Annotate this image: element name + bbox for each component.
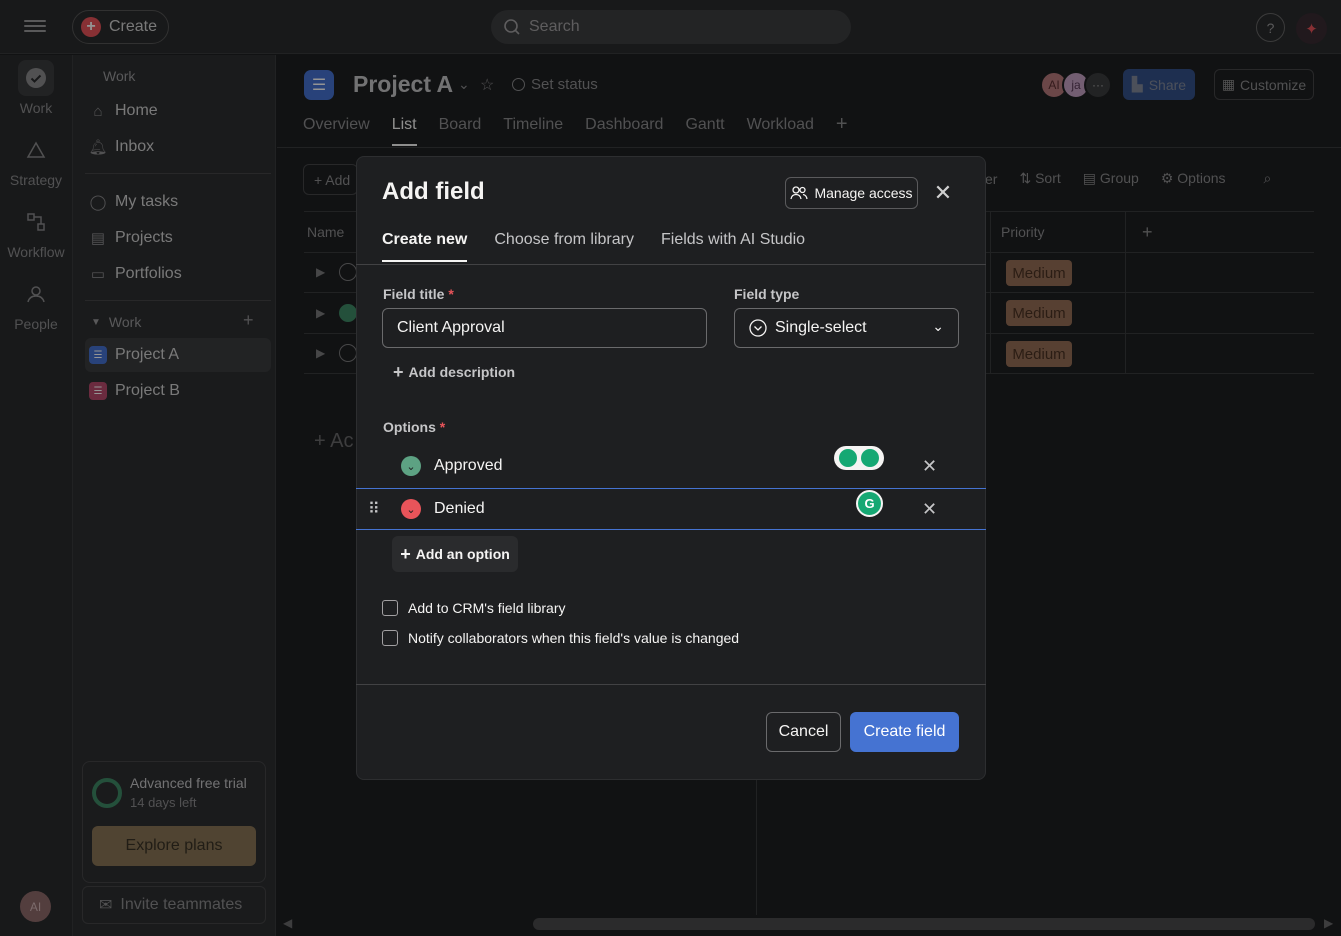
tab-choose-from-library[interactable]: Choose from library [494,231,634,262]
manage-access-label: Manage access [814,185,913,201]
checkbox[interactable] [382,630,398,646]
add-description-label: Add description [408,364,516,380]
plus-icon: + [400,544,411,564]
remove-option-icon[interactable]: ✕ [922,499,937,520]
divider [356,684,986,685]
options-label-text: Options [383,419,436,435]
required-marker: * [439,419,446,435]
checkbox-notify-collaborators[interactable]: Notify collaborators when this field's v… [382,630,739,646]
option-color-icon[interactable]: ⌄ [401,456,421,476]
add-description-button[interactable]: + Add description [393,362,516,382]
plus-icon: + [393,362,404,382]
checkbox-label: Add to CRM's field library [408,600,566,616]
required-marker: * [448,286,454,302]
divider [356,264,986,265]
tab-fields-with-ai-studio[interactable]: Fields with AI Studio [661,231,805,262]
field-title-label: Field title * [383,286,454,302]
field-title-input[interactable] [382,308,707,348]
people-icon [790,186,809,200]
field-type-value: Single-select [775,319,867,336]
dialog-tabs: Create new Choose from library Fields wi… [382,231,805,262]
close-icon[interactable]: ✕ [930,180,956,206]
manage-access-button[interactable]: Manage access [785,177,918,209]
grammarly-icon[interactable]: G [856,490,883,517]
option-label[interactable]: Denied [434,500,485,518]
cancel-button[interactable]: Cancel [766,712,841,752]
add-option-label: Add an option [415,546,510,562]
field-type-label: Field type [734,286,800,302]
add-option-button[interactable]: + Add an option [392,536,518,572]
drag-handle-icon[interactable]: ⠿ [368,499,380,519]
option-label[interactable]: Approved [434,457,503,475]
field-type-select[interactable]: Single-select ⌄ [734,308,959,348]
options-label: Options * [383,419,445,435]
chevron-down-icon: ⌄ [932,318,944,334]
field-title-label-text: Field title [383,286,445,302]
option-row[interactable]: ⠿ ⌄ Denied G ✕ [356,488,986,530]
grammarly-suggestion-icon[interactable] [834,446,884,470]
dialog-title: Add field [382,178,485,205]
checkbox-label: Notify collaborators when this field's v… [408,630,740,646]
option-row[interactable]: ⌄ Approved ✕ [356,445,986,487]
remove-option-icon[interactable]: ✕ [922,456,937,477]
option-color-icon[interactable]: ⌄ [401,499,421,519]
checkbox-crm-library[interactable]: Add to CRM's field library [382,600,566,616]
single-select-icon [749,319,767,337]
checkbox[interactable] [382,600,398,616]
create-field-button[interactable]: Create field [850,712,959,752]
tab-create-new[interactable]: Create new [382,231,468,262]
